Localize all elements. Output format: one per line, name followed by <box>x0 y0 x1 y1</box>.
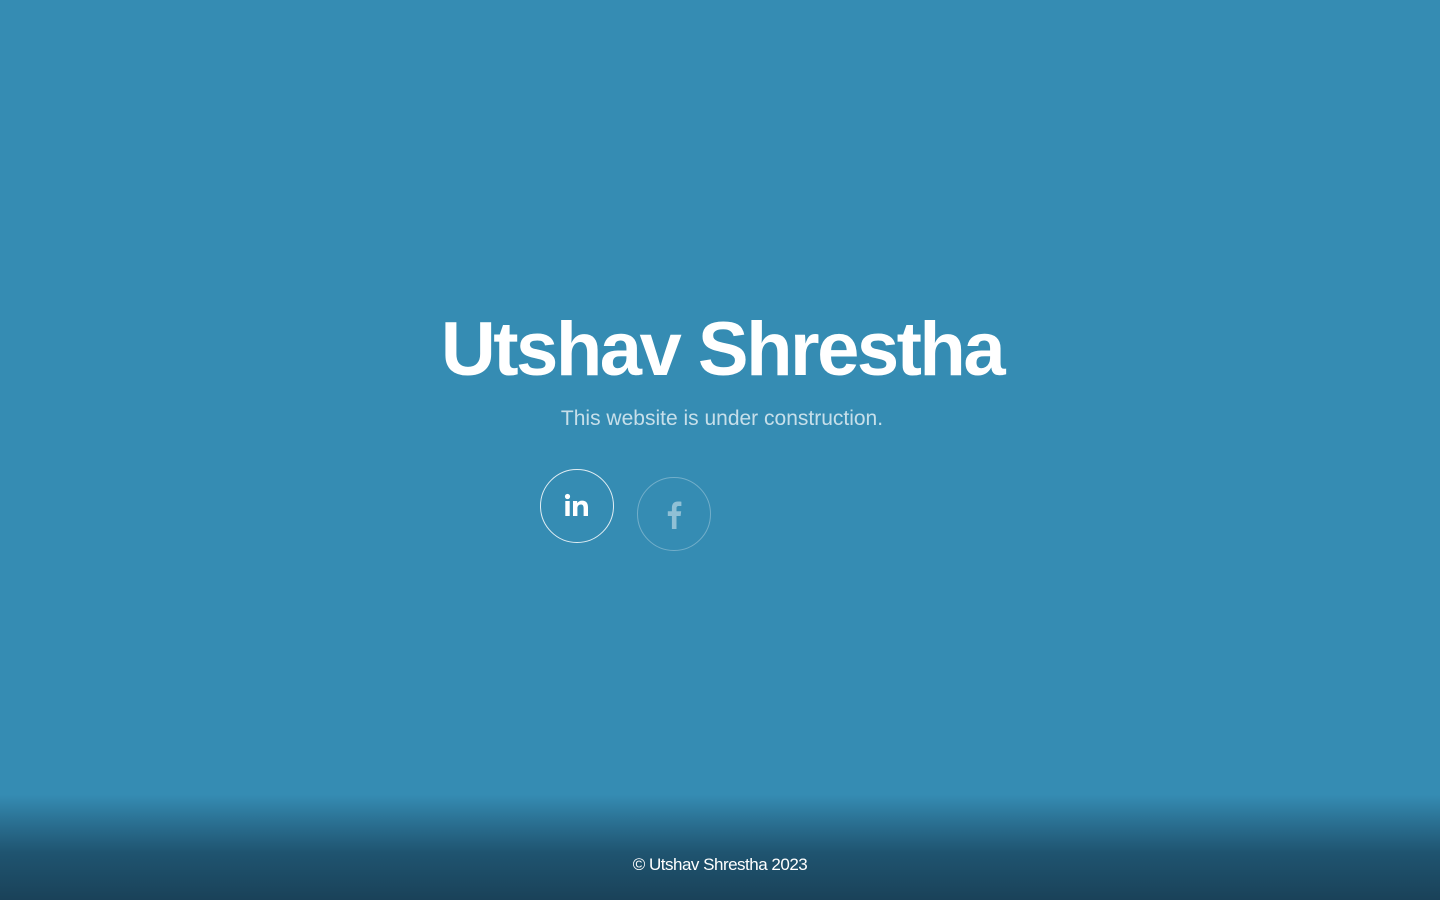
facebook-icon <box>665 499 683 529</box>
linkedin-icon <box>563 492 591 520</box>
subtitle: This website is under construction. <box>560 407 884 430</box>
copyright-text: © Utshav Shrestha 2023 <box>632 855 808 874</box>
linkedin-button[interactable] <box>540 469 614 543</box>
hero-section: Utshav Shrestha This website is under co… <box>0 0 1440 800</box>
footer: © Utshav Shrestha 2023 <box>0 795 1440 900</box>
page-title: Utshav Shrestha <box>440 307 1006 392</box>
facebook-button[interactable] <box>637 477 711 551</box>
